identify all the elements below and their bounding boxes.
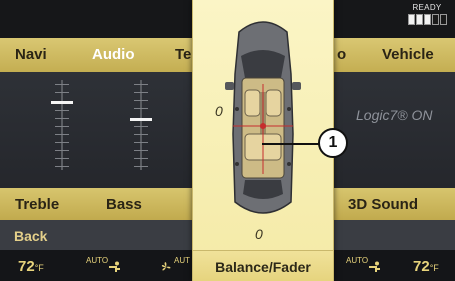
ready-bar (439, 14, 447, 25)
slider-tick (134, 126, 148, 127)
slider-tick (55, 92, 69, 93)
bass-button[interactable]: Bass (106, 196, 142, 213)
treble-button[interactable]: Treble (15, 196, 59, 213)
3d-sound-button[interactable]: 3D Sound (348, 196, 418, 213)
slider-tick (55, 150, 69, 151)
right-temperature: 72°F (413, 258, 439, 275)
slider-tick (134, 134, 148, 135)
ready-indicator: READY (405, 3, 449, 25)
balance-fader-overlay[interactable]: 0 0 Balance/Fader (192, 0, 334, 281)
slider-tick (55, 118, 69, 119)
slider-tick (134, 92, 148, 93)
ready-bar (415, 14, 423, 25)
balance-value: 0 (215, 103, 223, 119)
nav-video[interactable]: o (337, 46, 346, 63)
right-temp-value: 72 (413, 258, 430, 275)
balance-fader-title: Balance/Fader (215, 259, 311, 275)
slider-tick (55, 158, 69, 159)
car-top-view-icon[interactable] (225, 14, 301, 220)
back-button[interactable]: Back (14, 228, 47, 244)
ready-bar (407, 14, 415, 25)
bass-level-marker[interactable] (130, 118, 152, 121)
nav-audio[interactable]: Audio (92, 46, 135, 63)
treble-slider[interactable] (51, 80, 73, 170)
temp-unit: °F (429, 263, 439, 273)
callout-leader-line (262, 143, 319, 145)
ready-bar (431, 14, 439, 25)
ready-bar (423, 14, 431, 25)
nav-vehicle[interactable]: Vehicle (382, 46, 434, 63)
slider-tick (55, 84, 69, 85)
logic7-status: Logic7® ON (356, 107, 433, 123)
slider-tick (134, 108, 148, 109)
ready-label: READY (412, 3, 442, 12)
auto-left-label: AUTO (86, 256, 109, 265)
ready-bars (405, 14, 449, 25)
slider-tick (134, 150, 148, 151)
slider-tick (55, 142, 69, 143)
auto-right-label: AUTO (346, 256, 369, 265)
slider-tick (55, 110, 69, 111)
auto-fan-label: AUT (174, 256, 190, 265)
slider-tick (134, 158, 148, 159)
comand-screen: READY Navi Audio Te o Vehicle Logic7® ON… (0, 0, 455, 281)
slider-rail (61, 80, 63, 170)
left-temperature: 72°F (18, 258, 44, 275)
fan-icon (161, 262, 171, 271)
overlay-title-bar: Balance/Fader (193, 250, 333, 281)
slider-tick (134, 84, 148, 85)
callout-marker: 1 (318, 128, 348, 158)
slider-rail (140, 80, 142, 170)
bass-slider[interactable] (130, 80, 152, 170)
slider-tick (55, 166, 69, 167)
slider-tick (55, 126, 69, 127)
nav-navi[interactable]: Navi (15, 46, 47, 63)
left-temp-value: 72 (18, 258, 35, 275)
airflow-icon (369, 261, 380, 272)
treble-level-marker[interactable] (51, 101, 73, 104)
fader-value: 0 (255, 226, 263, 242)
slider-tick (134, 166, 148, 167)
slider-tick (134, 100, 148, 101)
slider-tick (134, 142, 148, 143)
temp-unit: °F (34, 263, 44, 273)
nav-telephone[interactable]: Te (175, 46, 191, 63)
slider-tick (55, 134, 69, 135)
airflow-icon (109, 261, 120, 272)
